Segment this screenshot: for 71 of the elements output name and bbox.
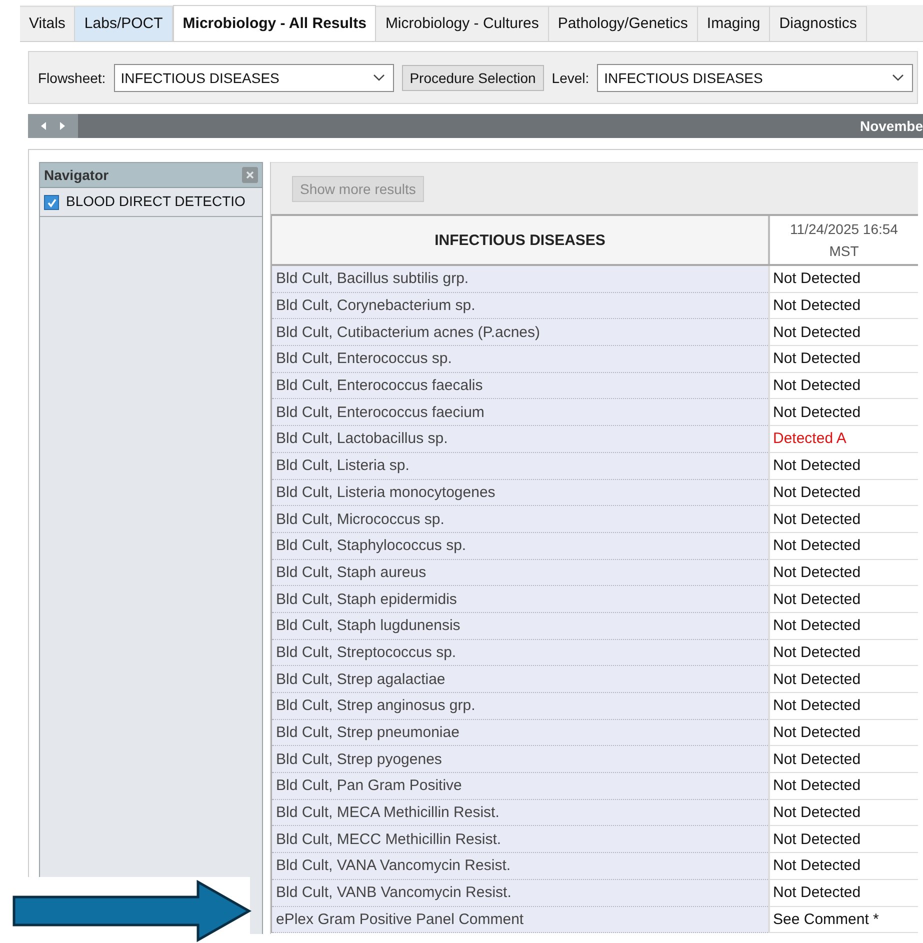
table-cell: Not Detected (768, 346, 918, 373)
tab[interactable]: Pathology/Genetics (548, 6, 698, 41)
table-cell: Not Detected (768, 880, 918, 906)
table-cell: Bld Cult, Streptococcus sp. (272, 640, 768, 666)
table-cell: Bld Cult, Strep pneumoniae (272, 720, 768, 746)
level-dropdown[interactable]: INFECTIOUS DISEASES (597, 64, 913, 92)
table-cell: Bld Cult, Cutibacterium acnes (P.acnes) (272, 319, 768, 346)
table-cell: Not Detected (768, 560, 918, 586)
tab[interactable]: Imaging (698, 6, 770, 41)
navigator-title: Navigator (44, 167, 109, 183)
table-cell: Bld Cult, Pan Gram Positive (272, 773, 768, 800)
date-label: Novembe (860, 118, 923, 134)
tab[interactable]: Labs/POCT (75, 6, 173, 41)
tab[interactable]: Microbiology - Cultures (376, 6, 549, 41)
chevron-down-icon (892, 74, 904, 82)
table-cell: Bld Cult, Enterococcus faecium (272, 399, 768, 426)
flowsheet-dropdown[interactable]: INFECTIOUS DISEASES (114, 64, 394, 92)
table-cell: Not Detected (768, 826, 918, 854)
table-cell: Bld Cult, MECA Methicillin Resist. (272, 800, 768, 826)
column-header[interactable]: INFECTIOUS DISEASES (272, 216, 768, 264)
tab[interactable]: Microbiology - All Results (172, 5, 376, 41)
table-cell: Not Detected (768, 372, 918, 400)
table-cell: Not Detected (768, 452, 918, 480)
table-cell: Bld Cult, Staph lugdunensis (272, 612, 768, 640)
table-cell: Not Detected (768, 266, 918, 293)
table-cell: Bld Cult, Corynebacterium sp. (272, 292, 768, 320)
table-cell: See Comment * (768, 906, 918, 934)
table-cell: Not Detected (768, 399, 918, 426)
table-cell: Bld Cult, VANA Vancomycin Resist. (272, 853, 768, 880)
table-cell: Not Detected (768, 640, 918, 666)
table-cell: Bld Cult, Listeria monocytogenes (272, 480, 768, 506)
table-cell: Bld Cult, MECC Methicillin Resist. (272, 826, 768, 854)
table-cell: Not Detected (768, 853, 918, 880)
table-cell: Not Detected (768, 612, 918, 640)
table-cell: Bld Cult, Enterococcus sp. (272, 346, 768, 373)
table-cell: Bld Cult, Strep pyogenes (272, 746, 768, 774)
table-cell: Bld Cult, Bacillus subtilis grp. (272, 266, 768, 293)
table-cell: Not Detected (768, 746, 918, 774)
table-cell: Not Detected (768, 532, 918, 560)
table-cell: ePlex Gram Positive Panel Comment (272, 906, 768, 934)
table-cell: Not Detected (768, 506, 918, 533)
table-cell: Not Detected (768, 480, 918, 506)
table-cell: Not Detected (768, 773, 918, 800)
table-cell: Bld Cult, Lactobacillus sp. (272, 426, 768, 453)
table-cell: Not Detected (768, 800, 918, 826)
table-cell: Bld Cult, VANB Vancomycin Resist. (272, 880, 768, 906)
tab[interactable]: Diagnostics (770, 6, 867, 41)
flowsheet-label: Flowsheet: (38, 70, 106, 86)
tab[interactable]: Vitals (20, 6, 76, 41)
table-cell: Bld Cult, Listeria sp. (272, 452, 768, 480)
table-cell: Not Detected (768, 666, 918, 693)
scroll-arrows[interactable] (28, 114, 78, 138)
procedure-selection-button[interactable]: Procedure Selection (402, 64, 544, 90)
chevron-down-icon (372, 74, 385, 82)
table-cell: Bld Cult, Micrococcus sp. (272, 506, 768, 533)
table-cell: Bld Cult, Staph epidermidis (272, 586, 768, 613)
table-cell: Not Detected (768, 586, 918, 613)
table-cell: Not Detected (768, 292, 918, 320)
table-cell: Detected A (768, 426, 918, 453)
table-cell: Not Detected (768, 720, 918, 746)
table-cell: Not Detected (768, 693, 918, 720)
table-cell: Not Detected (768, 319, 918, 346)
table-cell: Bld Cult, Strep anginosus grp. (272, 693, 768, 720)
table-cell: Bld Cult, Strep agalactiae (272, 666, 768, 693)
table-cell: Bld Cult, Enterococcus faecalis (272, 372, 768, 400)
table-cell: Bld Cult, Staphylococcus sp. (272, 532, 768, 560)
level-label: Level: (552, 70, 590, 86)
close-icon[interactable] (242, 167, 258, 183)
checkbox[interactable] (44, 195, 59, 210)
navigator-item-label[interactable]: BLOOD DIRECT DETECTIO (66, 193, 246, 209)
table-cell: Bld Cult, Staph aureus (272, 560, 768, 586)
